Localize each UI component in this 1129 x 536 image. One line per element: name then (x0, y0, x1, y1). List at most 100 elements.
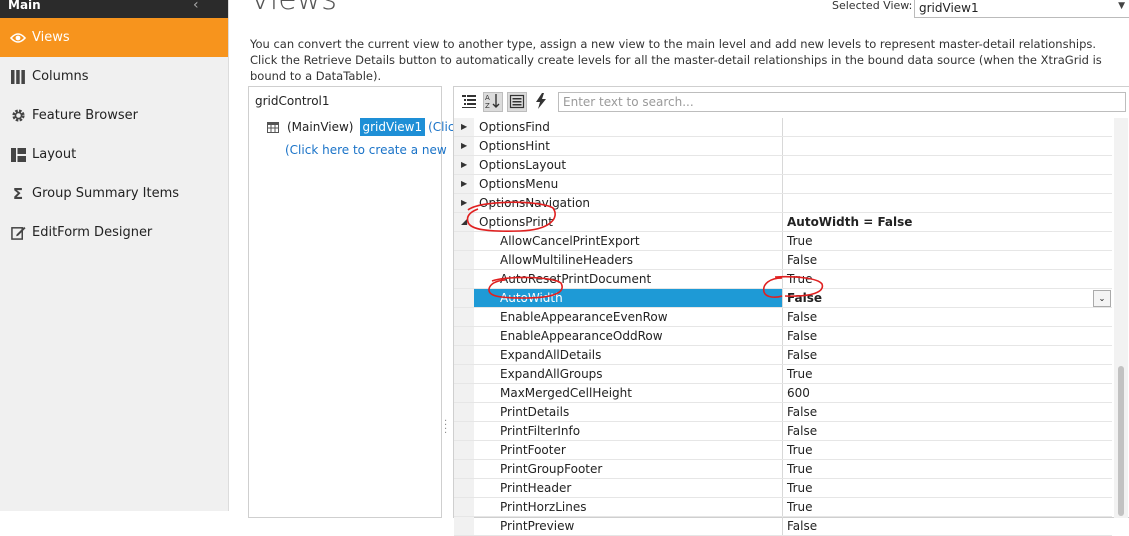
property-row[interactable]: ▶ OptionsMenu (454, 175, 1112, 194)
property-value-text: False (787, 405, 818, 419)
property-value-text: False (787, 519, 818, 533)
row-gutter (454, 441, 474, 459)
property-value: AutoWidth = False (787, 213, 1111, 231)
sidebar-item-views[interactable]: Views (0, 18, 228, 57)
sidebar-item-label: Views (32, 30, 70, 45)
property-value: False (787, 346, 1111, 364)
lightning-icon (534, 92, 548, 112)
property-name: AutoWidth (474, 289, 783, 307)
sidebar-item-layout[interactable]: Layout (0, 135, 228, 174)
events-button[interactable] (531, 92, 551, 112)
property-row[interactable]: PrintDetails False (454, 403, 1112, 422)
row-gutter: ▶ (454, 156, 474, 174)
property-value: False (787, 422, 1111, 440)
row-gutter: ▶ (454, 175, 474, 193)
property-pages-icon (509, 93, 525, 112)
selected-view-dropdown[interactable]: gridView1 ▼ (914, 0, 1129, 18)
property-name: PrintHorzLines (500, 498, 783, 516)
property-name: OptionsNavigation (479, 194, 783, 212)
sidebar-item-editform-designer[interactable]: EditForm Designer (0, 213, 228, 252)
chevron-left-icon[interactable]: ‹ (193, 0, 199, 13)
tree-selected-view[interactable]: gridView1 (359, 118, 426, 136)
property-value: True (787, 441, 1111, 459)
collapsed-arrow-icon[interactable]: ▶ (461, 156, 467, 174)
gear-icon (10, 108, 26, 124)
edit-form-icon (10, 225, 26, 241)
property-name: ExpandAllGroups (500, 365, 783, 383)
property-value-text: False (787, 424, 818, 438)
property-name: PrintFilterInfo (500, 422, 783, 440)
property-value-text: False (787, 310, 818, 324)
property-row[interactable]: AllowMultilineHeaders False (454, 251, 1112, 270)
row-gutter (454, 327, 474, 345)
layout-icon (10, 147, 26, 163)
property-name: OptionsFind (479, 118, 783, 136)
collapsed-arrow-icon[interactable]: ▶ (461, 137, 467, 155)
property-row[interactable]: ▶ OptionsHint (454, 137, 1112, 156)
property-value-text: True (787, 443, 813, 457)
property-row[interactable]: AutoResetPrintDocument True (454, 270, 1112, 289)
tree-root-node[interactable]: gridControl1 (255, 94, 330, 108)
property-row[interactable]: PrintFilterInfo False (454, 422, 1112, 441)
property-row[interactable]: PrintFooter True (454, 441, 1112, 460)
property-row[interactable]: ▶ OptionsNavigation (454, 194, 1112, 213)
property-row[interactable]: MaxMergedCellHeight 600 (454, 384, 1112, 403)
table-icon (267, 121, 279, 133)
property-value: True (787, 498, 1111, 516)
property-row[interactable]: ▶ OptionsFind (454, 118, 1112, 137)
property-row[interactable]: AutoWidth False ⌄ (454, 289, 1112, 308)
collapsed-arrow-icon[interactable]: ▶ (461, 118, 467, 136)
row-gutter (454, 384, 474, 402)
row-gutter (454, 460, 474, 478)
levels-tree[interactable]: gridControl1 (MainView) gridView1 (Clic … (248, 86, 454, 518)
property-row[interactable]: PrintPreview False (454, 517, 1112, 536)
property-row[interactable]: ExpandAllDetails False (454, 346, 1112, 365)
property-name: OptionsMenu (479, 175, 783, 193)
property-grid-toolbar: AZ (454, 87, 1129, 117)
property-row[interactable]: ▶ OptionsLayout (454, 156, 1112, 175)
property-value: True (787, 270, 1111, 288)
create-new-level-link[interactable]: (Click here to create a new (285, 143, 447, 157)
property-search-field[interactable] (558, 92, 1126, 112)
property-name: ExpandAllDetails (500, 346, 783, 364)
property-rows: ▶ OptionsFind ▶ OptionsHint ▶ OptionsLayout ▶ O… (454, 118, 1112, 536)
selected-view-value: gridView1 (919, 1, 979, 15)
sidebar-item-label: Layout (32, 147, 77, 162)
sidebar-item-columns[interactable]: Columns (0, 57, 228, 96)
categorized-view-button[interactable] (459, 92, 479, 112)
property-row[interactable]: ◢ OptionsPrint AutoWidth = False (454, 213, 1112, 232)
property-value-text: True (787, 462, 813, 476)
property-row[interactable]: PrintGroupFooter True (454, 460, 1112, 479)
columns-icon (10, 69, 26, 85)
property-value[interactable]: False ⌄ (787, 289, 1111, 307)
expanded-arrow-icon[interactable]: ◢ (461, 213, 467, 231)
property-name: OptionsHint (479, 137, 783, 155)
property-row[interactable]: PrintHorzLines True (454, 498, 1112, 517)
sidebar-item-label: EditForm Designer (32, 225, 153, 240)
property-row[interactable]: ExpandAllGroups True (454, 365, 1112, 384)
property-row[interactable]: AllowCancelPrintExport True (454, 232, 1112, 251)
property-value (787, 156, 1111, 174)
tree-click-link[interactable]: (Clic (428, 120, 454, 134)
sidebar-item-group-summary-items[interactable]: Σ Group Summary Items (0, 174, 228, 213)
property-value: False (787, 517, 1111, 535)
row-gutter (454, 365, 474, 383)
eye-icon (10, 30, 26, 46)
scrollbar-thumb[interactable] (1118, 366, 1124, 516)
row-gutter (454, 289, 474, 307)
property-row[interactable]: EnableAppearanceEvenRow False (454, 308, 1112, 327)
tree-main-view-node[interactable]: (MainView) gridView1 (Clic (267, 118, 454, 136)
property-search-input[interactable] (559, 93, 1125, 111)
value-dropdown-button[interactable]: ⌄ (1093, 290, 1111, 307)
panel-splitter[interactable]: · · · · (444, 417, 447, 439)
property-row[interactable]: EnableAppearanceOddRow False (454, 327, 1112, 346)
property-pages-button[interactable] (507, 92, 527, 112)
property-row[interactable]: PrintHeader True (454, 479, 1112, 498)
page-title: Views (250, 0, 337, 17)
sidebar-item-feature-browser[interactable]: Feature Browser (0, 96, 228, 135)
vertical-scrollbar[interactable] (1114, 118, 1128, 518)
alphabetical-sort-button[interactable]: AZ (483, 92, 503, 112)
collapsed-arrow-icon[interactable]: ▶ (461, 194, 467, 212)
view-description: You can convert the current view to anot… (250, 37, 1102, 83)
collapsed-arrow-icon[interactable]: ▶ (461, 175, 467, 193)
